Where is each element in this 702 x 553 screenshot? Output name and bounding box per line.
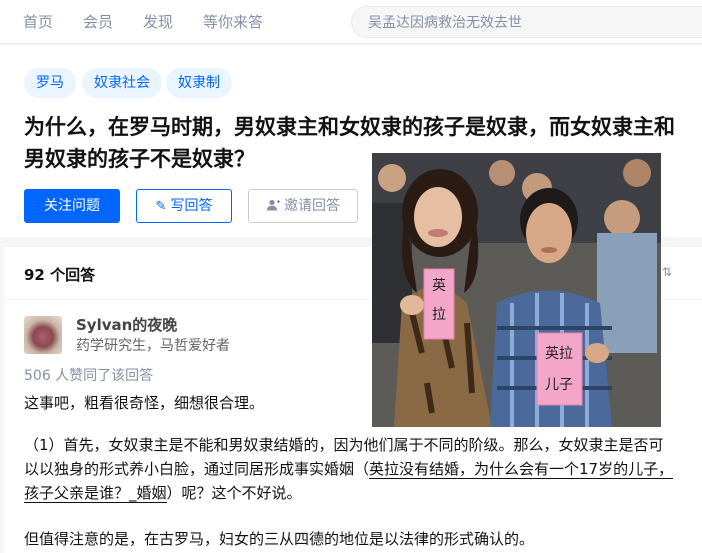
- invite-answer-button[interactable]: 邀请回答: [248, 189, 358, 223]
- nav-membership[interactable]: 会员: [83, 12, 113, 32]
- invite-label: 邀请回答: [284, 198, 340, 214]
- sign-text-left-2: 拉: [432, 307, 446, 323]
- nav-home[interactable]: 首页: [23, 12, 53, 32]
- search-input[interactable]: 吴孟达因病救治无效去世: [351, 6, 702, 38]
- add-user-icon: [266, 191, 280, 223]
- answer-paragraph-3: 但值得注意的是，在古罗马，妇女的三从四德的地位是以法律的形式确认的。: [24, 530, 535, 548]
- answer-paragraph-2: （1）首先，女奴隶主是不能和男奴隶结婚的，因为他们属于不同的阶级。那么，女奴隶主…: [24, 433, 674, 505]
- nav-discover[interactable]: 发现: [143, 12, 173, 32]
- nav-waiting-answer[interactable]: 等你来答: [203, 12, 263, 32]
- author-name[interactable]: Sylvan的夜晚: [76, 315, 177, 335]
- paragraph-text: ）呢？这个不好说。: [166, 484, 302, 502]
- write-answer-button[interactable]: ✎ 写回答: [136, 189, 232, 223]
- pencil-icon: ✎: [155, 199, 167, 214]
- author-headline: 药学研究生，马哲爱好者: [76, 338, 230, 354]
- sign-text-right-1: 英拉: [545, 345, 573, 362]
- sign-text-right-2: 儿子: [545, 377, 573, 393]
- follow-question-button[interactable]: 关注问题: [24, 189, 120, 223]
- follow-label: 关注问题: [44, 198, 100, 214]
- avatar[interactable]: [24, 316, 62, 354]
- topic-tag-rome[interactable]: 罗马: [24, 68, 76, 98]
- search-placeholder: 吴孟达因病救治无效去世: [368, 15, 522, 31]
- top-nav-bar: 首页 会员 发现 等你来答 吴孟达因病救治无效去世: [0, 0, 702, 44]
- answer-count: 92 个回答: [24, 266, 96, 284]
- answer-paragraph-1: 这事吧，粗看很奇怪，细想很合理。: [24, 394, 265, 412]
- sign-text-left-1: 英: [432, 277, 446, 294]
- write-label: 写回答: [170, 198, 213, 214]
- overlay-photo: 英 拉 英拉 儿子: [372, 153, 661, 427]
- topic-tag-slave-society[interactable]: 奴隶社会: [82, 68, 162, 98]
- vote-count: 506 人赞同了该回答: [24, 368, 154, 384]
- topic-tag-slavery[interactable]: 奴隶制: [166, 68, 232, 98]
- sort-icon[interactable]: ⇅: [662, 265, 672, 279]
